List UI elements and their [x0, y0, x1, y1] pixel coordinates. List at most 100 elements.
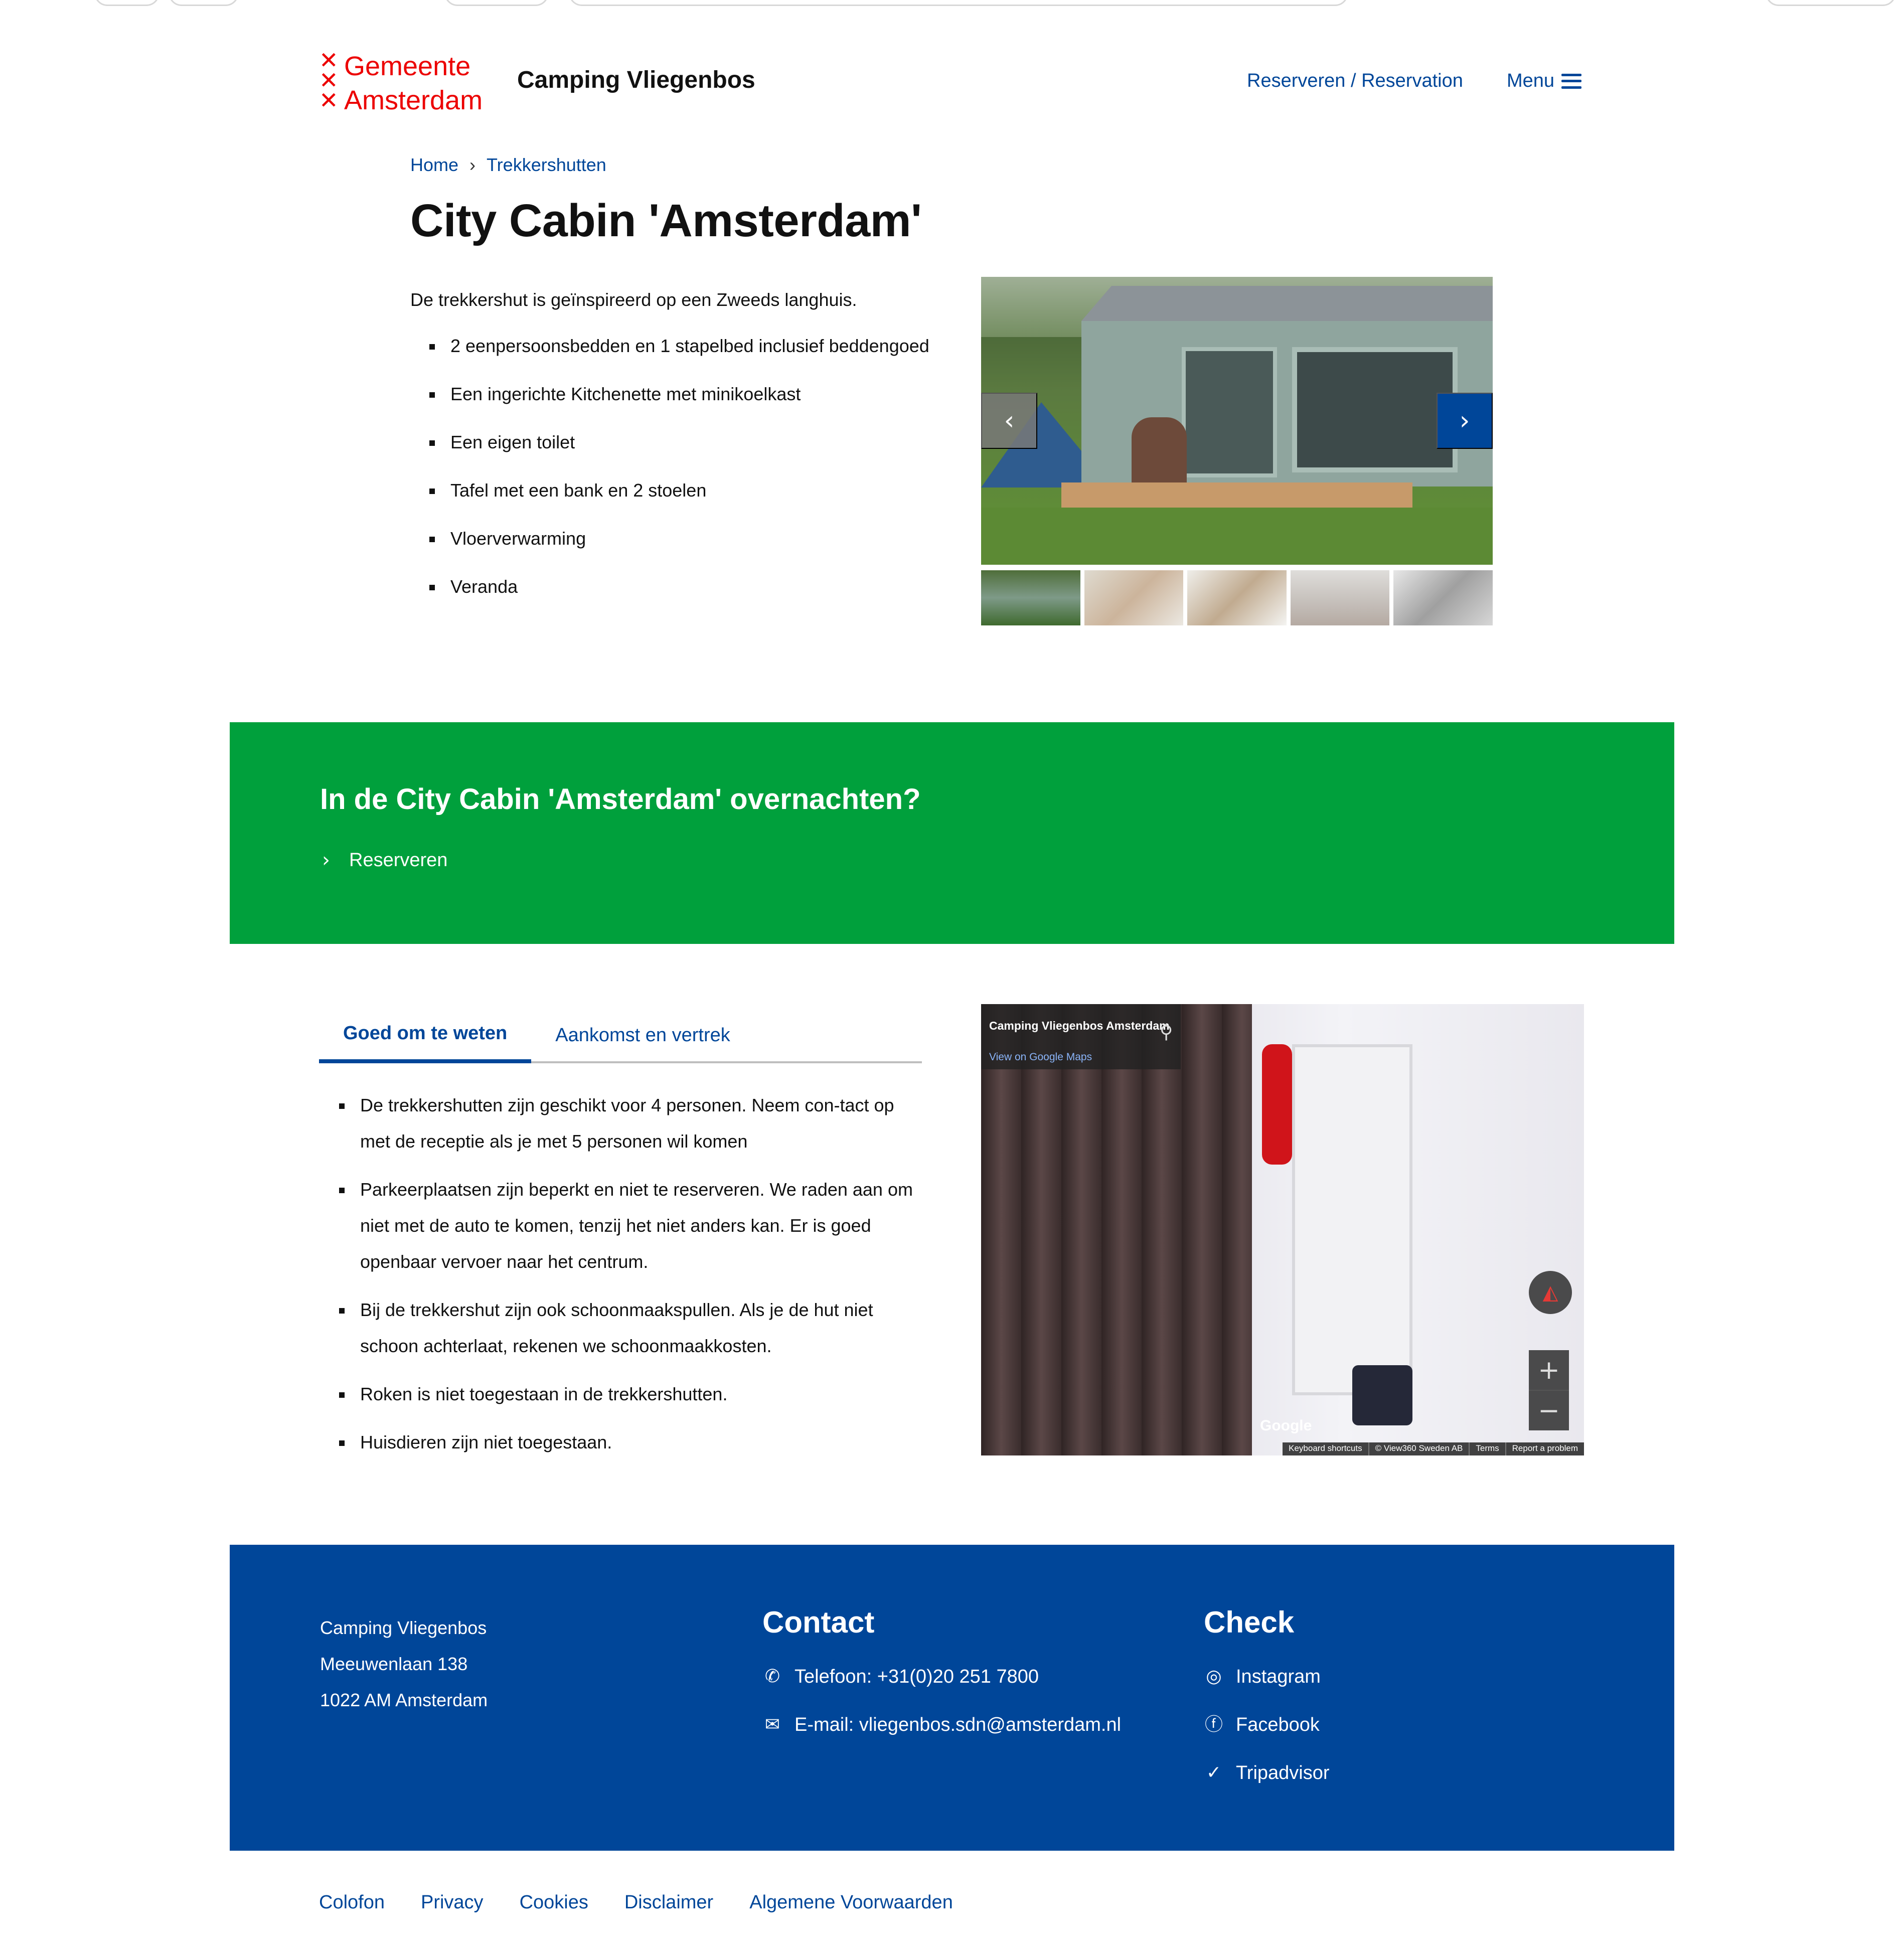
feature-item: Een ingerichte Kitchenette met minikoelk…: [410, 376, 937, 412]
andreas-crosses-icon: ✕ ✕ ✕: [319, 47, 339, 114]
site-name: Camping Vliegenbos: [517, 67, 755, 93]
footer-address: Camping Vliegenbos Meeuwenlaan 138 1022 …: [320, 1610, 488, 1718]
address-line: Meeuwenlaan 138: [320, 1654, 468, 1674]
view-on-google-maps-link[interactable]: View on Google Maps: [989, 1051, 1092, 1063]
carousel-thumbnail[interactable]: [1084, 570, 1184, 625]
carousel-thumbnail[interactable]: [981, 570, 1080, 625]
map-pin-icon[interactable]: ⚲: [1160, 1022, 1173, 1043]
cta-reserve-label: Reserveren: [349, 849, 448, 871]
feature-item: Vloerverwarming: [410, 521, 937, 557]
browser-tab-pill[interactable]: [444, 0, 549, 6]
browser-forward-button[interactable]: [169, 0, 239, 6]
browser-extension-pill[interactable]: [1766, 0, 1896, 6]
breadcrumb-home-link[interactable]: Home: [410, 154, 458, 176]
report-problem-link[interactable]: Report a problem: [1505, 1442, 1584, 1455]
carousel-thumbnail[interactable]: [1290, 570, 1390, 625]
image-carousel: ‹ ›: [981, 277, 1493, 625]
envelope-icon: ✉: [764, 1714, 780, 1735]
carousel-main-image: [981, 277, 1493, 565]
footer-check: Check ◎ Instagram ⓕ Facebook ✓ Tripadvis…: [1204, 1605, 1330, 1797]
zoom-controls: + −: [1529, 1350, 1569, 1430]
copyright-label: © View360 Sweden AB: [1368, 1442, 1469, 1455]
instagram-link[interactable]: ◎ Instagram: [1204, 1653, 1330, 1701]
cookies-link[interactable]: Cookies: [520, 1892, 588, 1913]
intro-paragraph: De trekkershut is geïnspireerd op een Zw…: [410, 289, 857, 310]
streetview-attribution: Keyboard shortcuts © View360 Sweden AB T…: [1283, 1442, 1584, 1455]
feature-item: Tafel met een bank en 2 stoelen: [410, 472, 937, 509]
site-header: ✕ ✕ ✕ Gemeente Amsterdam Camping Vliegenbo…: [319, 47, 1585, 115]
info-item: Parkeerplaatsen zijn beperkt en niet te …: [319, 1172, 922, 1280]
terms-link[interactable]: Terms: [1469, 1442, 1505, 1455]
cta-heading: In de City Cabin 'Amsterdam' overnachten…: [320, 783, 921, 816]
features-list: 2 eenpersoonsbedden en 1 stapelbed inclu…: [410, 328, 937, 605]
tripadvisor-label: Tripadvisor: [1236, 1762, 1330, 1783]
instagram-icon: ◎: [1206, 1666, 1222, 1687]
tripadvisor-link[interactable]: ✓ Tripadvisor: [1204, 1749, 1330, 1797]
facebook-label: Facebook: [1236, 1714, 1320, 1735]
carousel-thumbnails: [981, 570, 1493, 625]
info-item: Bij de trekkershut zijn ook schoonmaaksp…: [319, 1292, 922, 1364]
email-label: E-mail: vliegenbos.sdn@amsterdam.nl: [795, 1714, 1122, 1735]
contact-heading: Contact: [762, 1605, 875, 1639]
checkmark-icon: ✓: [1206, 1762, 1222, 1783]
browser-address-bar[interactable]: [569, 0, 1348, 6]
address-line: 1022 AM Amsterdam: [320, 1690, 488, 1710]
intro-section: De trekkershut is geïnspireerd op een Zw…: [410, 282, 937, 617]
tab-goed-om-te-weten[interactable]: Goed om te weten: [319, 1007, 532, 1063]
carousel-next-button[interactable]: ›: [1437, 393, 1493, 449]
hamburger-icon: [1561, 73, 1582, 89]
info-item: Roken is niet toegestaan in de trekkersh…: [319, 1376, 922, 1412]
info-item: Huisdieren zijn niet toegestaan.: [319, 1424, 922, 1460]
instagram-label: Instagram: [1236, 1666, 1321, 1687]
site-footer: Camping Vliegenbos Meeuwenlaan 138 1022 …: [230, 1545, 1674, 1851]
privacy-link[interactable]: Privacy: [421, 1892, 484, 1913]
feature-item: 2 eenpersoonsbedden en 1 stapelbed inclu…: [410, 328, 937, 364]
compass-icon[interactable]: ◭: [1529, 1271, 1572, 1314]
phone-link[interactable]: ✆ Telefoon: +31(0)20 251 7800: [762, 1653, 1121, 1701]
facebook-icon: ⓕ: [1204, 1714, 1223, 1735]
logo-wordmark: Gemeente Amsterdam: [344, 51, 483, 115]
cta-reserve-link[interactable]: › Reserveren: [322, 849, 447, 872]
keyboard-shortcuts-link[interactable]: Keyboard shortcuts: [1283, 1442, 1368, 1455]
tab-aankomst-en-vertrek[interactable]: Aankomst en vertrek: [531, 1007, 754, 1063]
feature-item: Een eigen toilet: [410, 424, 937, 460]
streetview-curtain: [981, 1004, 1252, 1455]
streetview-title: Camping Vliegenbos Amsterdam: [989, 1019, 1170, 1032]
reserve-nav-link[interactable]: Reserveren / Reservation: [1247, 70, 1463, 92]
breadcrumb-separator-icon: ›: [469, 154, 476, 175]
carousel-thumbnail[interactable]: [1187, 570, 1287, 625]
page-title: City Cabin 'Amsterdam': [410, 195, 922, 246]
breadcrumb-trekkershutten-link[interactable]: Trekkershutten: [487, 154, 606, 176]
carousel-prev-button[interactable]: ‹: [981, 393, 1037, 449]
carousel-thumbnail[interactable]: [1393, 570, 1493, 625]
check-heading: Check: [1204, 1605, 1295, 1639]
menu-button[interactable]: Menu: [1507, 70, 1582, 92]
google-logo: Google: [1260, 1417, 1312, 1434]
browser-back-button[interactable]: [94, 0, 160, 6]
email-link[interactable]: ✉ E-mail: vliegenbos.sdn@amsterdam.nl: [762, 1701, 1121, 1749]
tab-content-list: De trekkershutten zijn geschikt voor 4 p…: [319, 1087, 922, 1473]
reserve-cta-banner: In de City Cabin 'Amsterdam' overnachten…: [230, 722, 1674, 944]
footer-contact: Contact ✆ Telefoon: +31(0)20 251 7800 ✉ …: [762, 1605, 1121, 1749]
zoom-in-button[interactable]: +: [1529, 1350, 1569, 1390]
feature-item: Veranda: [410, 569, 937, 605]
disclaimer-link[interactable]: Disclaimer: [624, 1892, 713, 1913]
streetview-bag: [1352, 1365, 1412, 1425]
streetview-fire-extinguisher: [1262, 1044, 1292, 1165]
algemene-voorwaarden-link[interactable]: Algemene Voorwaarden: [749, 1892, 953, 1913]
facebook-link[interactable]: ⓕ Facebook: [1204, 1701, 1330, 1749]
address-line: Camping Vliegenbos: [320, 1617, 487, 1638]
info-item: De trekkershutten zijn geschikt voor 4 p…: [319, 1087, 922, 1160]
streetview-door: [1292, 1044, 1412, 1395]
browser-chrome-strip: [0, 0, 1904, 7]
gemeente-amsterdam-logo[interactable]: ✕ ✕ ✕ Gemeente Amsterdam: [319, 47, 500, 115]
streetview-info-box: Camping Vliegenbos Amsterdam View on Goo…: [981, 1004, 1181, 1069]
colofon-link[interactable]: Colofon: [319, 1892, 385, 1913]
info-tabs: Goed om te weten Aankomst en vertrek: [319, 1007, 922, 1063]
google-streetview-embed[interactable]: Camping Vliegenbos Amsterdam View on Goo…: [981, 1004, 1584, 1455]
breadcrumb: Home › Trekkershutten: [410, 154, 606, 176]
legal-links: Colofon Privacy Cookies Disclaimer Algem…: [319, 1892, 953, 1913]
phone-label: Telefoon: +31(0)20 251 7800: [795, 1666, 1039, 1687]
zoom-out-button[interactable]: −: [1529, 1390, 1569, 1430]
chevron-right-icon: ›: [322, 849, 330, 872]
